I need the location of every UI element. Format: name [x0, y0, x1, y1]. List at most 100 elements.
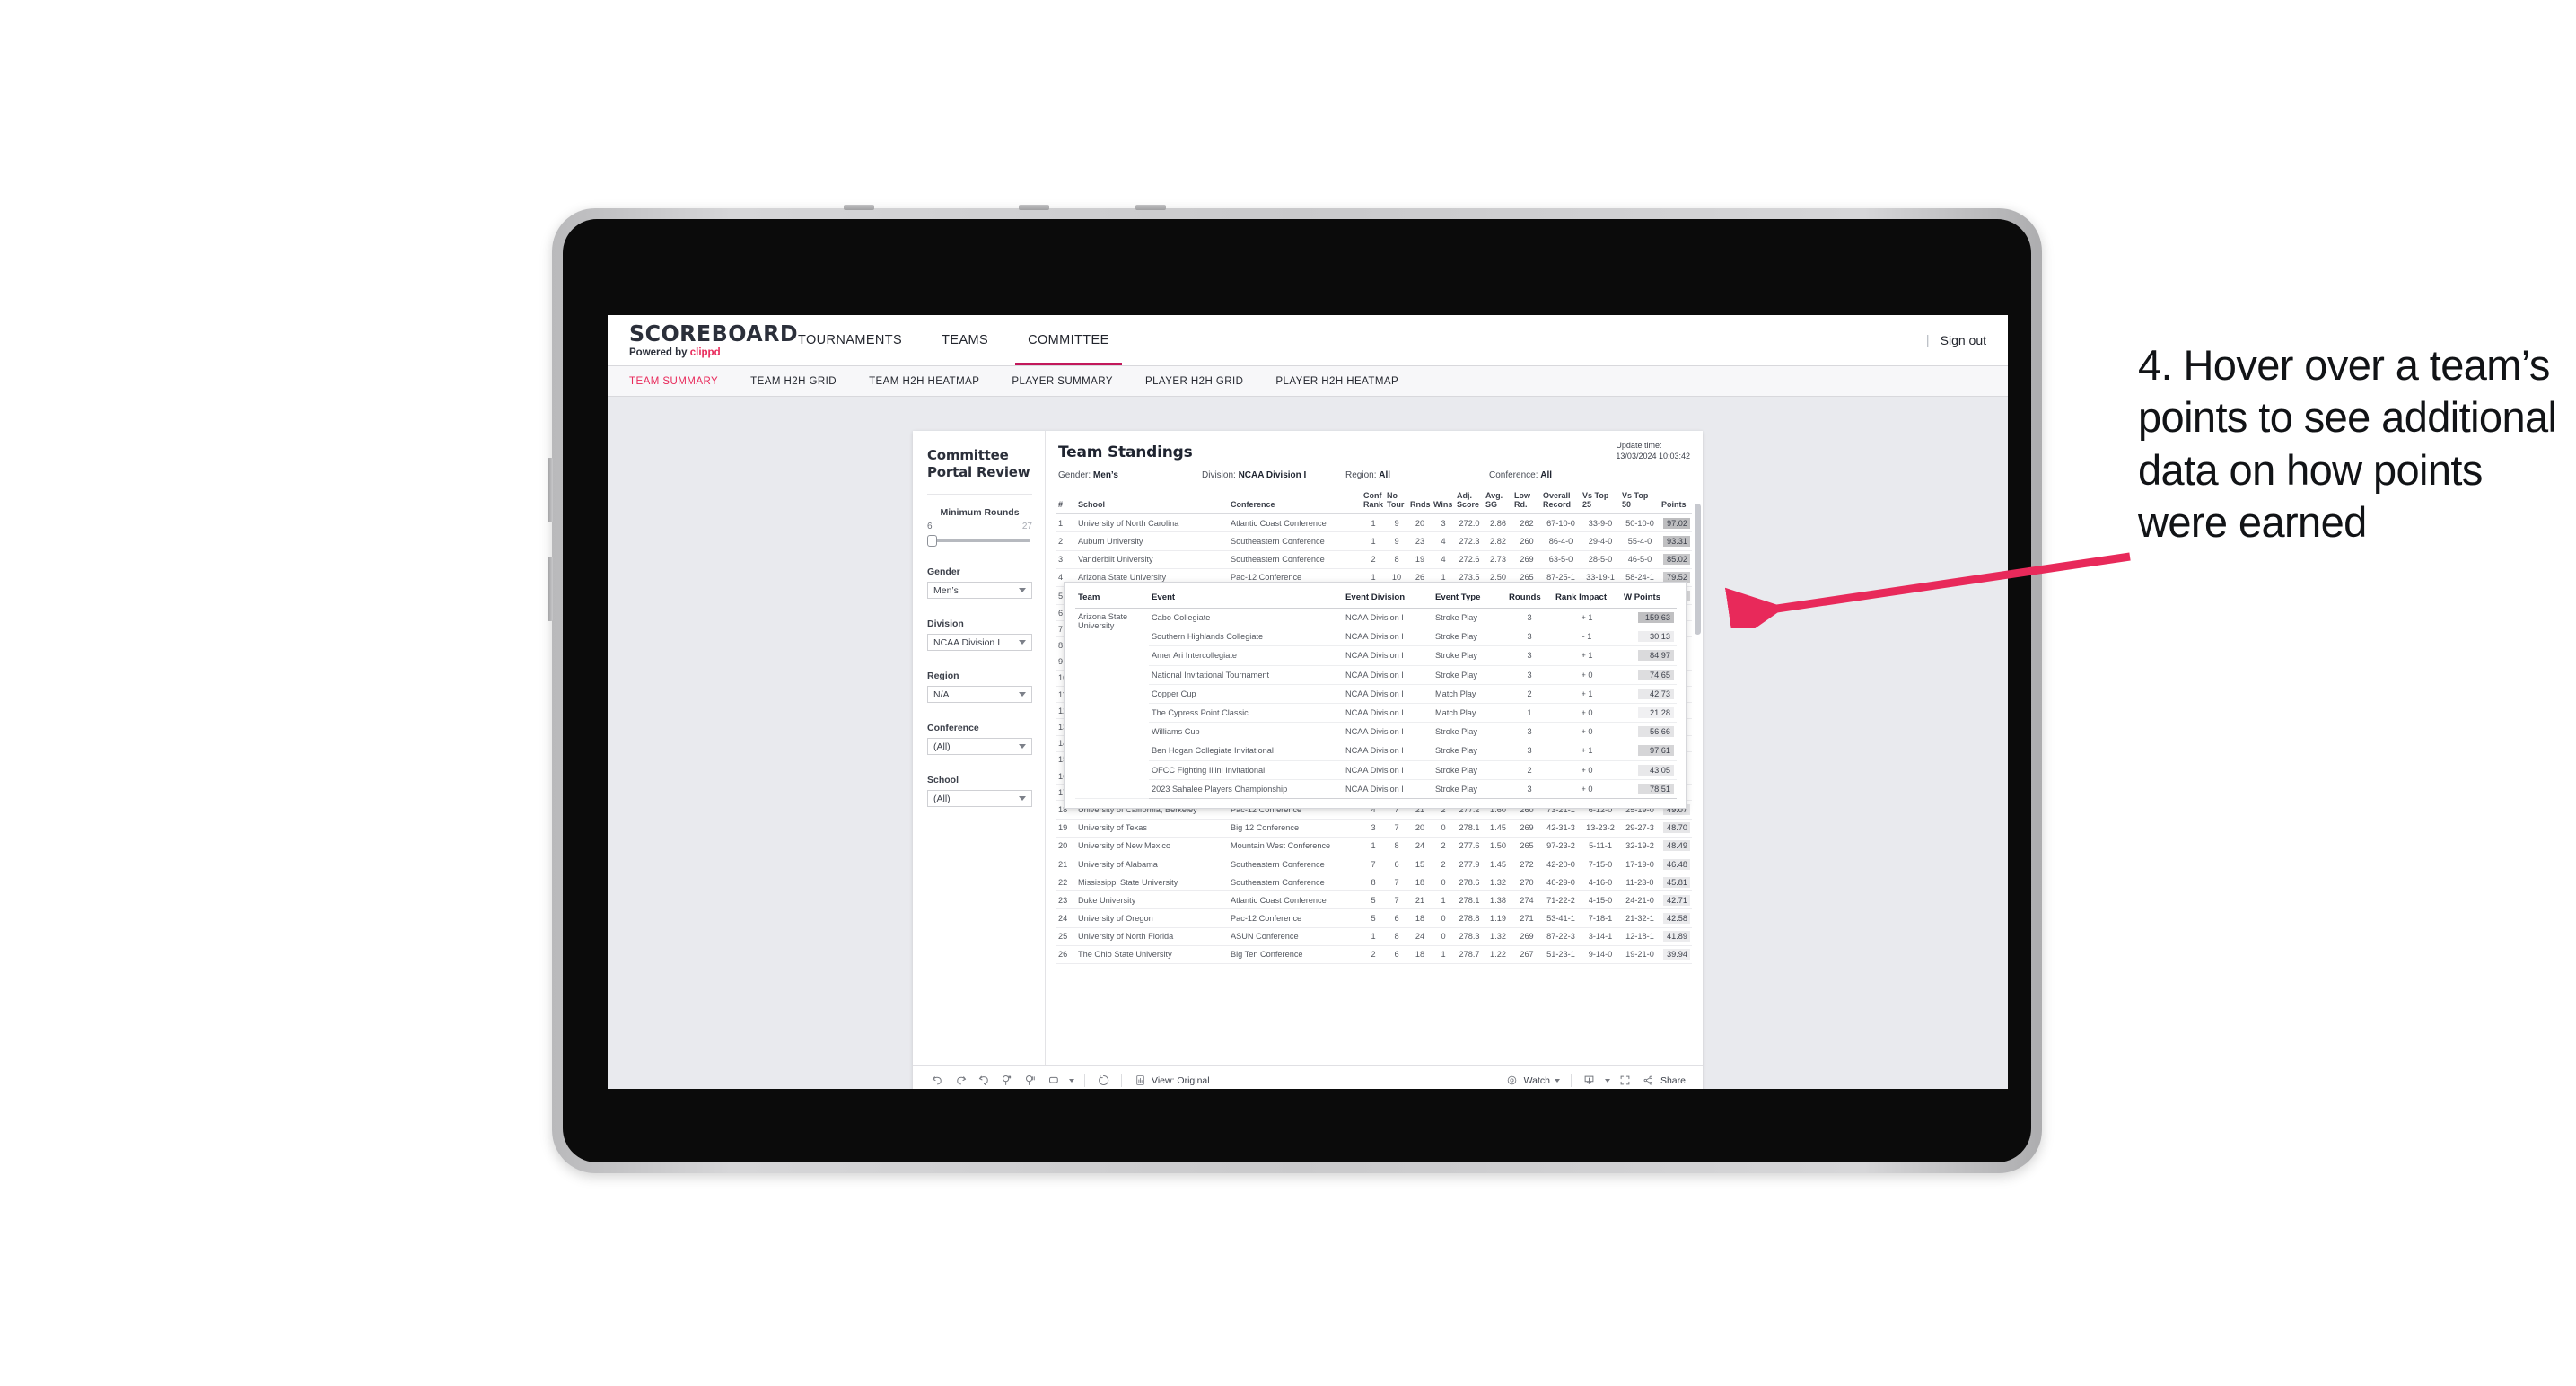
device-layout-icon[interactable] — [1042, 1069, 1065, 1090]
nav-item-teams[interactable]: TEAMS — [922, 315, 1008, 365]
sign-out-link[interactable]: Sign out — [1941, 333, 1986, 347]
fullscreen-icon[interactable] — [1614, 1069, 1637, 1090]
row-points[interactable]: 93.31 — [1660, 531, 1692, 551]
col-wins[interactable]: Wins — [1432, 487, 1455, 515]
row-low-rd: 272 — [1512, 855, 1541, 874]
filter-minimum-rounds[interactable]: Minimum Rounds 6 27 — [927, 507, 1032, 548]
row-low-rd: 269 — [1512, 927, 1541, 946]
col-school[interactable]: School — [1076, 487, 1229, 515]
filter-conference-select[interactable]: (All) — [927, 738, 1032, 756]
row-points[interactable]: 45.81 — [1660, 873, 1692, 892]
tab-player-summary[interactable]: PLAYER SUMMARY — [1012, 376, 1113, 387]
table-row[interactable]: 25 University of North Florida ASUN Confer… — [1056, 927, 1692, 946]
row-points[interactable]: 42.71 — [1660, 890, 1692, 910]
row-overall-record: 63-5-0 — [1541, 550, 1581, 569]
table-row[interactable]: 19 University of Texas Big 12 Conference 3 7… — [1056, 819, 1692, 838]
table-row[interactable]: 24 University of Oregon Pac-12 Conference 5… — [1056, 908, 1692, 928]
filter-gender-select[interactable]: Men’s — [927, 582, 1032, 600]
undo-icon[interactable] — [925, 1069, 949, 1090]
watch-button[interactable]: Watch — [1501, 1069, 1564, 1090]
tab-team-h2h-heatmap[interactable]: TEAM H2H HEATMAP — [869, 376, 979, 387]
tooltip-rounds: 1 — [1506, 703, 1553, 724]
points-value[interactable]: 93.31 — [1663, 535, 1690, 547]
points-value[interactable]: 39.94 — [1663, 949, 1690, 961]
col-vs-top-25[interactable]: Vs Top 25 — [1581, 487, 1620, 515]
points-value[interactable]: 42.58 — [1663, 913, 1690, 925]
col-rank[interactable]: # — [1056, 487, 1076, 515]
points-value[interactable]: 48.70 — [1663, 822, 1690, 834]
table-row[interactable]: 21 University of Alabama Southeastern Conf… — [1056, 855, 1692, 874]
tab-player-h2h-heatmap[interactable]: PLAYER H2H HEATMAP — [1275, 376, 1398, 387]
nav-item-committee[interactable]: COMMITTEE — [1008, 315, 1129, 365]
row-points[interactable]: 48.70 — [1660, 819, 1692, 838]
points-value[interactable]: 48.49 — [1663, 840, 1690, 852]
slider-handle[interactable] — [927, 535, 937, 548]
tablet-button-top-1 — [844, 205, 874, 210]
brand-logo[interactable]: SCOREBOARD Powered by clippd — [608, 315, 798, 365]
col-overall-record[interactable]: Overall Record — [1541, 487, 1581, 515]
col-points[interactable]: Points — [1660, 487, 1692, 515]
row-points[interactable]: 97.02 — [1660, 513, 1692, 533]
row-wins: 1 — [1432, 890, 1455, 910]
points-value[interactable]: 45.81 — [1663, 876, 1690, 888]
view-original-button[interactable]: View: Original — [1128, 1069, 1214, 1090]
revert-icon[interactable] — [972, 1069, 995, 1090]
points-value[interactable]: 41.89 — [1663, 931, 1690, 943]
tab-team-h2h-grid[interactable]: TEAM H2H GRID — [750, 376, 837, 387]
col-rnds[interactable]: Rnds — [1408, 487, 1432, 515]
col-conf-rank[interactable]: Conf Rank — [1362, 487, 1385, 515]
filter-region-select[interactable]: N/A — [927, 686, 1032, 704]
table-row[interactable]: 2 Auburn University Southeastern Conferenc… — [1056, 531, 1692, 551]
col-conference[interactable]: Conference — [1229, 487, 1362, 515]
col-adj-score[interactable]: Adj. Score — [1455, 487, 1484, 515]
row-points[interactable]: 85.02 — [1660, 550, 1692, 569]
download-caret-icon[interactable] — [1601, 1069, 1614, 1090]
tooltip-w-points: 74.65 — [1621, 665, 1677, 685]
nav-item-tournaments[interactable]: TOURNAMENTS — [778, 315, 922, 365]
points-value[interactable]: 42.71 — [1663, 894, 1690, 906]
table-row[interactable]: 23 Duke University Atlantic Coast Conferen… — [1056, 890, 1692, 910]
tooltip-col-team: Team — [1075, 591, 1149, 609]
tooltip-w-points: 159.63 — [1621, 608, 1677, 628]
row-points[interactable]: 46.48 — [1660, 855, 1692, 874]
minimum-rounds-slider[interactable] — [927, 534, 1032, 548]
vertical-scrollbar[interactable] — [1695, 504, 1701, 635]
download-icon[interactable] — [1578, 1069, 1601, 1090]
points-value[interactable]: 46.48 — [1663, 858, 1690, 870]
filter-school-select[interactable]: (All) — [927, 790, 1032, 808]
tab-team-summary[interactable]: TEAM SUMMARY — [629, 376, 718, 387]
row-points[interactable]: 42.58 — [1660, 908, 1692, 928]
col-no-tour[interactable]: No Tour — [1385, 487, 1408, 515]
points-value[interactable]: 85.02 — [1663, 554, 1690, 566]
tooltip-event-division: NCAA Division I — [1343, 627, 1433, 647]
resume-auto-updates-icon[interactable] — [1019, 1069, 1042, 1090]
col-vs-top-50[interactable]: Vs Top 50 — [1620, 487, 1660, 515]
tab-player-h2h-grid[interactable]: PLAYER H2H GRID — [1145, 376, 1243, 387]
tooltip-team-name: Arizona State University — [1075, 608, 1149, 799]
table-row[interactable]: 3 Vanderbilt University Southeastern Confe… — [1056, 550, 1692, 569]
table-row[interactable]: 22 Mississippi State University Southeaste… — [1056, 873, 1692, 892]
share-button[interactable]: Share — [1637, 1069, 1690, 1090]
table-row[interactable]: 20 University of New Mexico Mountain West … — [1056, 837, 1692, 855]
col-avg-sg[interactable]: Avg. SG — [1484, 487, 1512, 515]
row-vs-top-25: 7-15-0 — [1581, 855, 1620, 874]
row-points[interactable]: 48.49 — [1660, 837, 1692, 855]
filter-division-select[interactable]: NCAA Division I — [927, 634, 1032, 652]
tooltip-event: OFCC Fighting Illini Invitational — [1149, 760, 1343, 780]
col-low-rd[interactable]: Low Rd. — [1512, 487, 1541, 515]
points-value[interactable]: 97.02 — [1663, 517, 1690, 529]
redo-icon[interactable] — [949, 1069, 972, 1090]
row-points[interactable]: 41.89 — [1660, 927, 1692, 946]
scoreboard-app: SCOREBOARD Powered by clippd TOURNAMENTS… — [608, 315, 2008, 1089]
pause-auto-updates-icon[interactable] — [995, 1069, 1019, 1090]
table-row[interactable]: 1 University of North Carolina Atlantic Co… — [1056, 513, 1692, 533]
row-adj-score: 278.1 — [1455, 819, 1484, 838]
table-row[interactable]: 26 The Ohio State University Big Ten Confe… — [1056, 945, 1692, 965]
tablet-volume-up-button — [548, 458, 553, 522]
refresh-icon[interactable] — [1091, 1069, 1115, 1090]
row-points[interactable]: 39.94 — [1660, 945, 1692, 965]
row-rank: 3 — [1056, 550, 1076, 569]
device-layout-caret-icon[interactable] — [1065, 1069, 1078, 1090]
tablet-button-top-3 — [1135, 205, 1166, 210]
row-rank: 22 — [1056, 873, 1076, 892]
